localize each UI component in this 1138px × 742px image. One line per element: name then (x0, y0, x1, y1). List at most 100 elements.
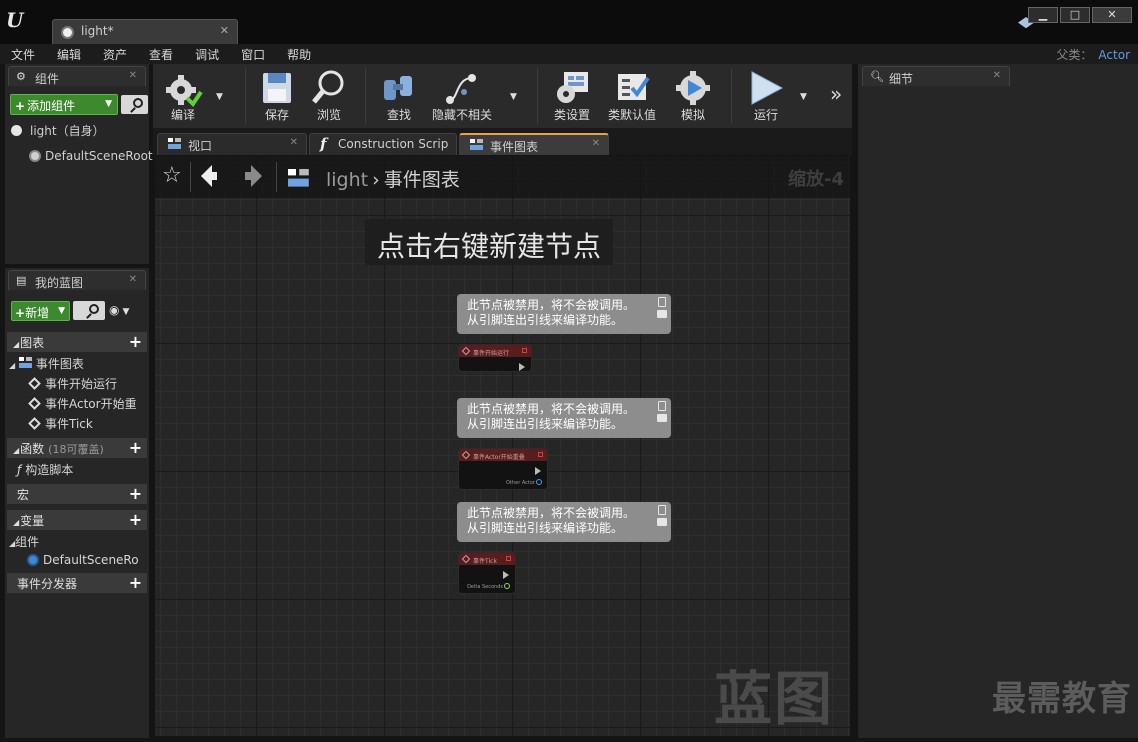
menu-file[interactable]: 文件 (0, 46, 46, 63)
close-tab-icon[interactable]: ✕ (220, 24, 229, 37)
float-pin-icon[interactable] (504, 583, 510, 589)
compile-gear-icon (166, 75, 203, 108)
new-button[interactable]: +新增 ▼ (11, 301, 70, 321)
menu-help[interactable]: 帮助 (276, 46, 322, 63)
components-tab[interactable]: ⚙ 组件 ✕ (8, 66, 146, 86)
event-graph-canvas[interactable]: ☆ light › 事件图表 缩放-4 点击右键新建节点 此节点被禁用，将不会被调用… (155, 156, 850, 736)
object-pin-icon[interactable] (536, 479, 542, 485)
right-click-hint: 点击右键新建节点 (365, 219, 614, 265)
close-details-icon[interactable]: ✕ (993, 70, 1001, 81)
tab-event-graph[interactable]: 事件图表 ✕ (459, 133, 609, 155)
function-item-construction[interactable]: ƒ 构造脚本 (17, 461, 73, 478)
class-defaults-button[interactable]: 类默认值 (603, 64, 661, 128)
breadcrumb-root[interactable]: light (326, 169, 368, 191)
disabled-node-comment[interactable]: 此节点被禁用，将不会被调用。 从引脚连出引线来编译功能。 (457, 294, 671, 334)
browse-magnifier-icon (312, 70, 344, 104)
delegate-pin-icon[interactable] (522, 348, 527, 353)
tree-item-default-scene-root[interactable]: DefaultSceneRoot (29, 149, 153, 163)
disabled-node-comment[interactable]: 此节点被禁用，将不会被调用。 从引脚连出引线来编译功能。 (457, 502, 671, 542)
class-settings-label: 类设置 (553, 108, 590, 122)
details-tab[interactable]: 🔍︎ 细节 ✕ (862, 66, 1010, 86)
exec-output-pin-icon[interactable] (519, 363, 525, 371)
class-settings-button[interactable]: 类设置 (545, 64, 599, 128)
event-node-tick[interactable]: 事件Tick Delta Seconds (458, 552, 516, 594)
view-options-button[interactable]: ◉ ▼ (109, 303, 145, 319)
close-window-button[interactable]: ✕ (1092, 7, 1132, 23)
play-label: 运行 (753, 108, 778, 122)
section-functions-label: 函数 (20, 442, 45, 456)
toolbar-overflow-icon[interactable]: » (830, 82, 842, 106)
add-macro-button[interactable]: + (127, 485, 144, 502)
my-blueprint-tab[interactable]: ▤ 我的蓝图 ✕ (8, 270, 146, 290)
menu-view[interactable]: 查看 (138, 46, 184, 63)
add-function-button[interactable]: + (127, 439, 144, 456)
add-dispatcher-button[interactable]: + (127, 574, 144, 591)
hide-unrelated-dropdown[interactable]: ▼ (510, 92, 517, 102)
menu-debug[interactable]: 调试 (184, 46, 230, 63)
bookmark-star-icon[interactable]: ☆ (162, 163, 182, 188)
close-my-blueprint-icon[interactable]: ✕ (129, 274, 137, 285)
event-item-actor-overlap[interactable]: 事件Actor开始重 (27, 395, 137, 412)
event-tick-label: 事件Tick (45, 417, 93, 431)
book-icon: ▤ (16, 274, 27, 287)
close-components-icon[interactable]: ✕ (129, 70, 137, 81)
play-button[interactable]: 运行 (739, 64, 793, 128)
play-options-dropdown[interactable]: ▼ (800, 92, 807, 102)
event-node-actor-overlap[interactable]: 事件Actor开始重叠 Other Actor (458, 448, 548, 490)
pin-icon[interactable] (658, 505, 666, 515)
graph-breadcrumb-icon (288, 169, 309, 187)
add-variable-button[interactable]: + (127, 511, 144, 528)
exec-output-pin-icon[interactable] (535, 467, 541, 475)
document-tab[interactable]: light* ✕ (52, 19, 238, 44)
chevron-down-icon: ▼ (105, 99, 112, 109)
section-variables[interactable]: ◢变量 + (7, 510, 147, 530)
close-tab-icon[interactable]: ✕ (592, 138, 600, 149)
menu-assets[interactable]: 资产 (92, 46, 138, 63)
tree-item-self[interactable]: light（自身） (11, 122, 105, 139)
add-graph-button[interactable]: + (127, 333, 144, 350)
simulate-label: 模拟 (680, 108, 705, 122)
event-graph-label: 事件图表 (35, 357, 84, 371)
hide-unrelated-button[interactable]: 隐藏不相关 (427, 64, 497, 128)
save-button[interactable]: 保存 (251, 64, 303, 128)
graph-item-event-graph[interactable]: ◢ 事件图表 (9, 355, 84, 372)
section-functions[interactable]: ◢函数 (18可覆盖) + (7, 438, 147, 458)
disabled-node-comment[interactable]: 此节点被禁用，将不会被调用。 从引脚连出引线来编译功能。 (457, 398, 671, 438)
minimize-button[interactable]: ▁ (1028, 7, 1058, 23)
delegate-pin-icon[interactable] (506, 556, 511, 561)
delegate-pin-icon[interactable] (538, 452, 543, 457)
simulate-button[interactable]: 模拟 (667, 64, 719, 128)
back-arrow-icon[interactable] (201, 165, 217, 187)
toolbar-separator (365, 68, 366, 124)
browse-button[interactable]: 浏览 (303, 64, 355, 128)
close-tab-icon[interactable]: ✕ (290, 137, 298, 148)
component-search-button[interactable] (121, 95, 148, 114)
exec-output-pin-icon[interactable] (503, 571, 509, 579)
components-icon: ⚙ (16, 70, 26, 83)
section-macros[interactable]: 宏 + (7, 484, 147, 504)
compile-options-dropdown[interactable]: ▼ (216, 92, 223, 102)
scene-component-icon (27, 554, 39, 566)
event-node-begin-play[interactable]: 事件开始运行 (458, 344, 532, 372)
blueprint-search-button[interactable] (73, 301, 105, 320)
pin-icon[interactable] (658, 401, 666, 411)
tab-construction-script[interactable]: f Construction Scrip (309, 133, 457, 155)
event-item-begin-play[interactable]: 事件开始运行 (27, 375, 117, 392)
add-component-button[interactable]: + 添加组件 ▼ (10, 94, 118, 115)
tab-viewport[interactable]: 视口 ✕ (157, 133, 307, 155)
compile-button[interactable]: 编译 (157, 64, 209, 128)
section-dispatchers[interactable]: 事件分发器 + (7, 573, 147, 593)
pin-icon[interactable] (658, 297, 666, 307)
parent-class-link[interactable]: Actor (1098, 48, 1130, 62)
section-graphs[interactable]: ◢图表 + (7, 332, 147, 352)
variable-item-default-scene-root[interactable]: DefaultSceneRo (27, 553, 139, 567)
event-item-tick[interactable]: 事件Tick (27, 415, 93, 432)
find-button[interactable]: 查找 (373, 64, 425, 128)
parent-class-label: 父类： (1056, 48, 1093, 62)
variables-components-group[interactable]: ◢组件 (9, 533, 39, 550)
menu-edit[interactable]: 编辑 (46, 46, 92, 63)
menu-window[interactable]: 窗口 (230, 46, 276, 63)
plus-icon: + (15, 99, 26, 113)
forward-arrow-icon[interactable] (245, 165, 262, 187)
maximize-button[interactable]: □ (1060, 7, 1090, 23)
